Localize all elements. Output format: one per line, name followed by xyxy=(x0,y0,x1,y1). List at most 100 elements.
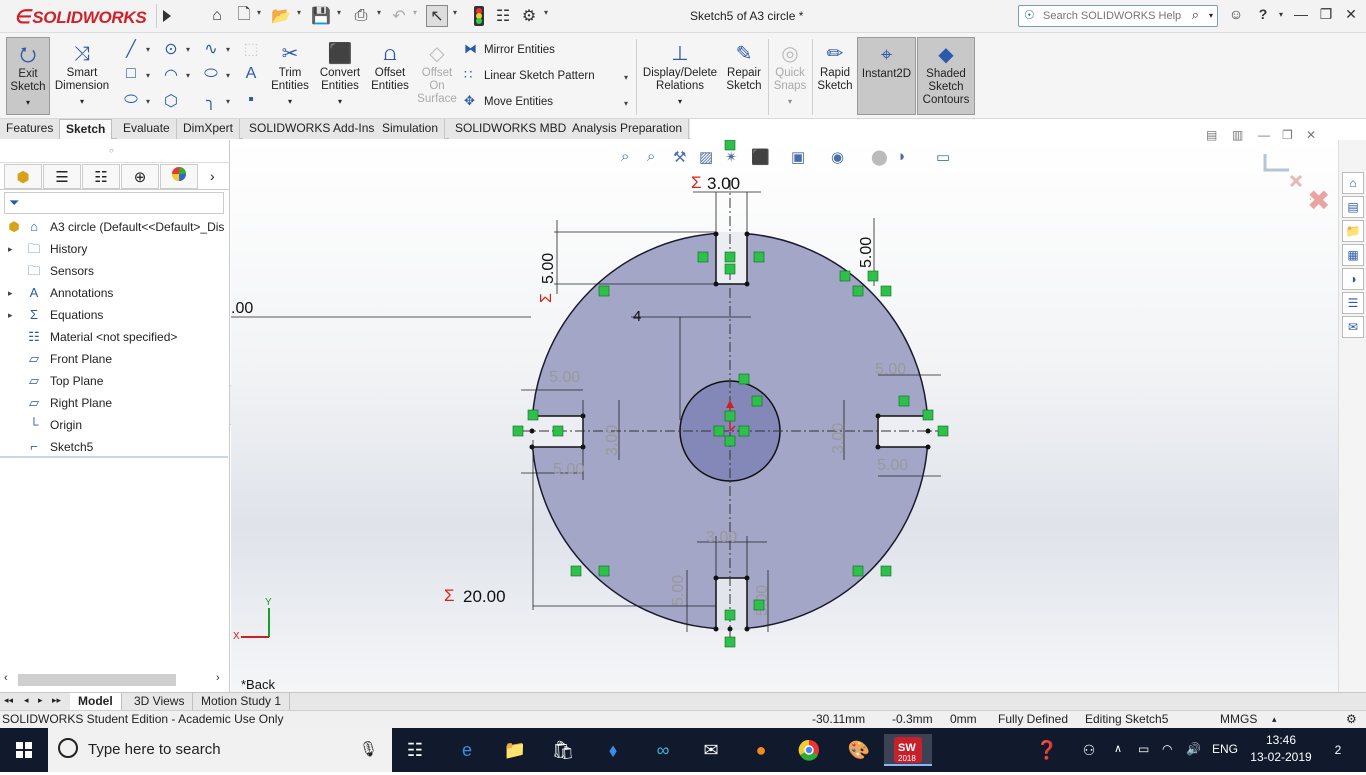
expand-arrow-icon[interactable]: ▸ xyxy=(8,238,13,260)
dim-bottom-width[interactable]: 3.00 xyxy=(706,529,737,546)
dim-right-slot-width[interactable]: 3.00 xyxy=(830,423,847,454)
tab-simulation[interactable]: Simulation xyxy=(376,119,446,139)
design-library-icon[interactable]: ▤ xyxy=(1342,196,1364,218)
tab-evaluate[interactable]: Evaluate xyxy=(117,119,177,139)
dim-right-slot-top[interactable]: 5.00 xyxy=(875,361,906,378)
wifi-icon[interactable]: ◠ xyxy=(1162,742,1172,756)
slot-icon[interactable]: ⬭ xyxy=(120,91,142,109)
file-explorer-icon[interactable]: 📁 xyxy=(498,734,532,766)
home-icon[interactable]: ⌂ xyxy=(206,5,228,27)
move-entities-button[interactable]: ✥ Move Entities xyxy=(464,92,553,110)
taskbar-search[interactable]: Type here to search 🎙 xyxy=(48,728,392,772)
shaded-sketch-contours-button[interactable]: ◆ Shaded Sketch Contours xyxy=(917,37,975,115)
panel-grip-icon[interactable]: ○ xyxy=(109,146,114,155)
tab-sketch[interactable]: Sketch xyxy=(59,119,113,139)
offset-entities-button[interactable]: ⩍ Offset Entities xyxy=(368,37,412,115)
view-palette-icon[interactable]: ▦ xyxy=(1342,244,1364,266)
chevron-down-icon[interactable]: ▾ xyxy=(226,71,230,80)
chevron-down-icon[interactable]: ▾ xyxy=(624,99,628,108)
expand-arrow-icon[interactable]: ▸ xyxy=(8,282,13,304)
infinity-app-icon[interactable]: ∞ xyxy=(646,734,680,766)
next-tab-icon[interactable]: ▸ xyxy=(38,695,43,706)
help-search-box[interactable]: ☉ ⌕ ▾ xyxy=(1018,5,1218,27)
first-tab-icon[interactable]: ◂◂ xyxy=(4,695,13,706)
point-icon[interactable]: ▪ xyxy=(240,91,262,109)
horizontal-scrollbar[interactable]: ‹ › xyxy=(0,670,230,690)
chevron-down-icon[interactable]: ▾ xyxy=(297,8,301,17)
tree-filter[interactable]: ⏷ xyxy=(4,192,224,214)
polygon-icon[interactable]: ⬡ xyxy=(160,91,182,111)
store-icon[interactable]: 🛍 xyxy=(546,734,580,766)
clock[interactable]: 13:46 13-02-2019 xyxy=(1250,732,1312,766)
rapid-sketch-button[interactable]: ✏ Rapid Sketch xyxy=(816,37,854,115)
options-gear-icon[interactable]: ⚙ xyxy=(518,5,540,27)
tree-item-sketch5[interactable]: ⌐ Sketch5 xyxy=(0,436,228,458)
chevron-down-icon[interactable]: ▾ xyxy=(624,73,628,82)
dim-right-slot-bottom[interactable]: 5.00 xyxy=(877,457,908,474)
firefox-icon[interactable]: ● xyxy=(744,734,778,766)
text-icon[interactable]: A xyxy=(240,65,262,83)
linear-sketch-pattern-button[interactable]: ∷ Linear Sketch Pattern xyxy=(464,66,595,84)
chevron-down-icon[interactable]: ▾ xyxy=(1270,10,1292,19)
instant2d-button[interactable]: ⌖ Instant2D xyxy=(857,37,916,115)
solidworks-taskbar-button[interactable]: SW 2018 xyxy=(884,734,932,766)
dim-left-slot-bottom[interactable]: 5.00 xyxy=(553,461,584,478)
chevron-down-icon[interactable]: ▾ xyxy=(413,8,417,17)
language-indicator[interactable]: ENG xyxy=(1212,742,1238,756)
expand-arrow-icon[interactable]: ▸ xyxy=(8,304,13,326)
edge-browser-icon[interactable]: e xyxy=(450,734,484,766)
chevron-down-icon[interactable]: ▾ xyxy=(453,8,457,17)
notifications-button[interactable]: 2 xyxy=(1326,738,1350,762)
status-settings-icon[interactable]: ⚙ xyxy=(1346,711,1357,728)
chevron-down-icon[interactable]: ▾ xyxy=(226,97,230,106)
chevron-right-icon[interactable]: › xyxy=(210,168,215,184)
dim-center-radius[interactable]: 4 xyxy=(633,308,641,325)
print-icon[interactable]: ⎙ xyxy=(350,5,372,27)
ellipse-icon[interactable]: ⬭ xyxy=(200,65,222,83)
volume-icon[interactable]: 🔊 xyxy=(1186,742,1201,756)
menu-expand-arrow[interactable] xyxy=(156,4,176,28)
chevron-down-icon[interactable]: ▾ xyxy=(146,71,150,80)
dim-top-left-depth[interactable]: 5.00 xyxy=(540,253,557,284)
people-icon[interactable]: ⚇ xyxy=(1072,734,1106,766)
chevron-down-icon[interactable]: ▾ xyxy=(257,8,261,17)
rectangle-icon[interactable]: □ xyxy=(120,65,142,83)
help-circle-icon[interactable]: ❓ xyxy=(1030,734,1064,766)
spline-icon[interactable]: ∿ xyxy=(200,39,222,59)
chevron-up-icon[interactable]: ▴ xyxy=(1272,711,1277,728)
tab-dimxpert[interactable]: DimXpert xyxy=(177,119,241,139)
tab-3d-views[interactable]: 3D Views xyxy=(126,693,194,711)
display-manager-tab-icon[interactable] xyxy=(160,164,198,189)
tab-motion-study[interactable]: Motion Study 1 xyxy=(193,693,291,711)
solidworks-resources-icon[interactable]: ⌂ xyxy=(1342,172,1364,194)
configuration-manager-tab-icon[interactable]: ☷ xyxy=(82,164,120,189)
mirror-entities-button[interactable]: ⧓ Mirror Entities xyxy=(464,40,555,58)
chevron-down-icon[interactable]: ▾ xyxy=(186,45,190,54)
bottom-slot[interactable] xyxy=(716,578,747,630)
tab-solidworks-mbd[interactable]: SOLIDWORKS MBD xyxy=(449,119,574,139)
new-document-icon[interactable]: 🗋 xyxy=(233,5,255,27)
minimize-icon[interactable]: — xyxy=(1290,6,1312,22)
chevron-down-icon[interactable]: ▾ xyxy=(186,71,190,80)
unit-system[interactable]: MMGS xyxy=(1220,711,1257,728)
appearances-icon[interactable]: ◑ xyxy=(1342,268,1364,290)
circle-icon[interactable]: ⊙ xyxy=(160,39,182,59)
undo-icon[interactable]: ↶ xyxy=(388,5,410,27)
property-manager-tab-icon[interactable]: ☰ xyxy=(43,164,81,189)
dim-left-slot-top[interactable]: 5.00 xyxy=(549,369,580,386)
chevron-down-icon[interactable]: ▾ xyxy=(146,97,150,106)
dim-top-width[interactable]: 3.00 xyxy=(707,174,740,193)
mail-icon[interactable]: ✉ xyxy=(694,734,728,766)
chevron-up-icon[interactable]: ∧ xyxy=(1114,742,1122,755)
close-icon[interactable]: ✕ xyxy=(1340,6,1362,23)
chevron-down-icon[interactable]: ▾ xyxy=(337,8,341,17)
tab-model[interactable]: Model xyxy=(70,693,122,711)
user-icon[interactable]: ☺ xyxy=(1225,6,1247,22)
line-icon[interactable]: ╱ xyxy=(120,39,142,59)
graphics-area[interactable]: ⌕ ⌕ ⚒ ▨ ✴ ⬛ ▣ ◉ ⬤ ◑ ▭ ▤ ▥ — ❐ ✕ ✖ Σ 3.00… xyxy=(231,128,1338,692)
display-delete-relations-button[interactable]: ⊥ Display/Delete Relations ▾ xyxy=(640,37,720,115)
tab-features[interactable]: Features xyxy=(0,119,61,139)
chevron-down-icon[interactable]: ▾ xyxy=(226,45,230,54)
scroll-thumb[interactable] xyxy=(18,674,176,686)
open-folder-icon[interactable]: 📂 xyxy=(270,5,292,27)
